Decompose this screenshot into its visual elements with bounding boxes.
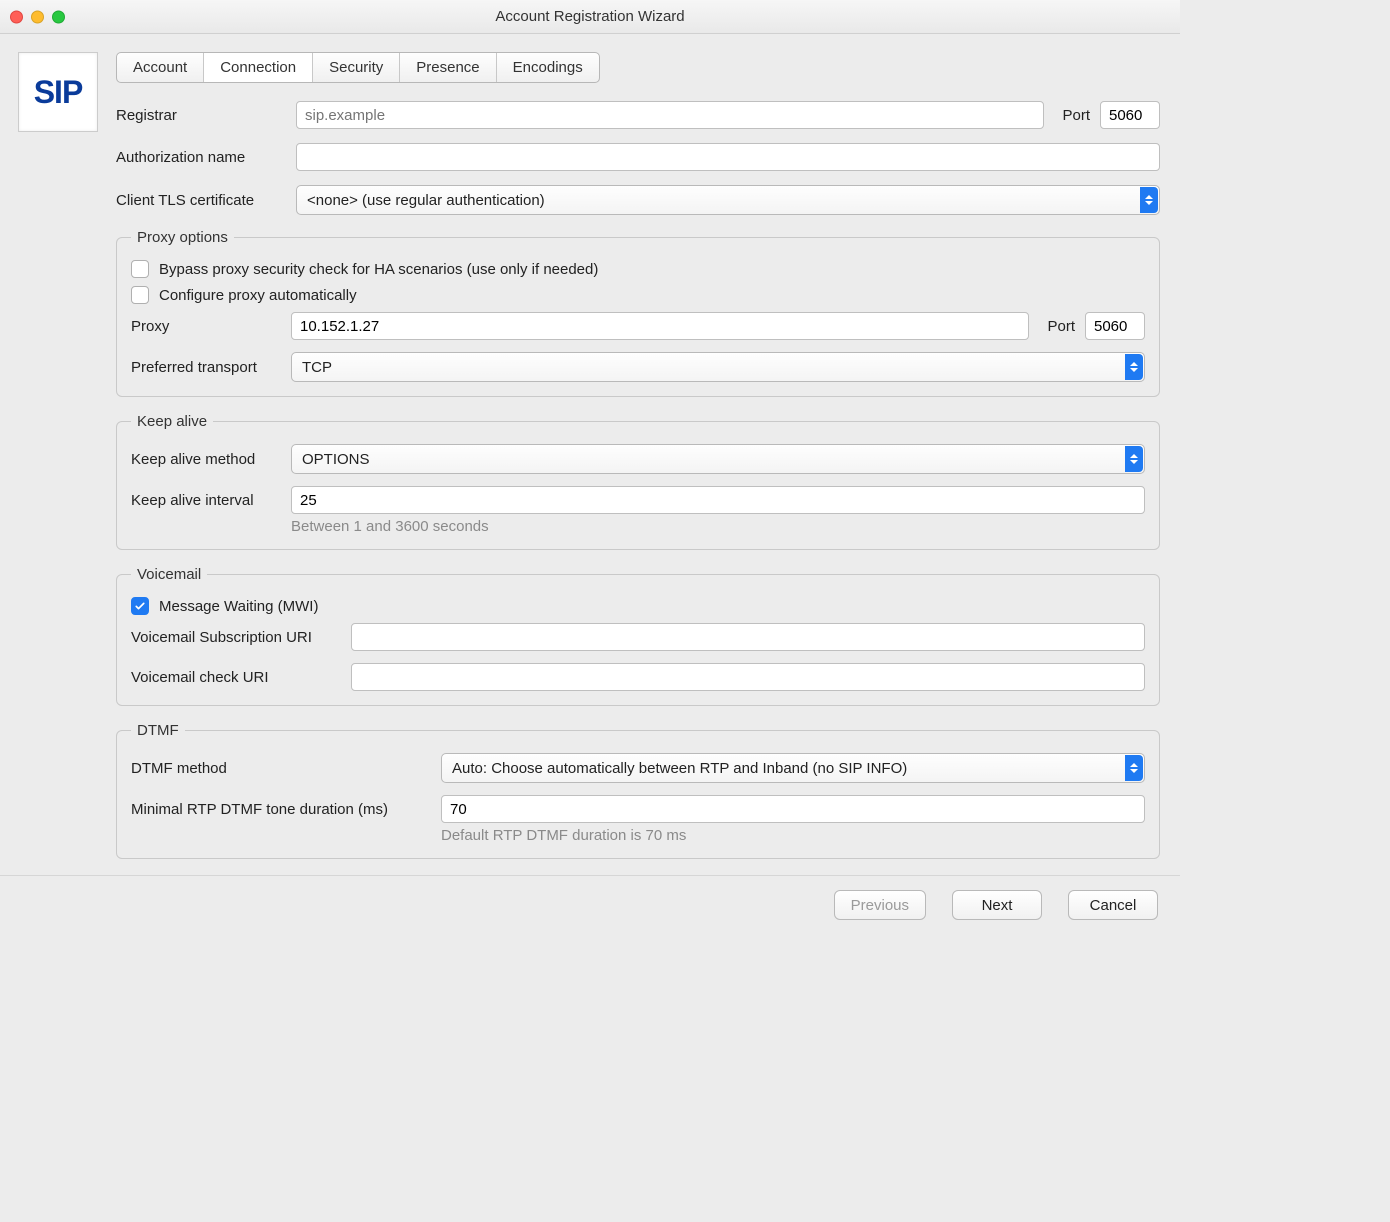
label-registrar: Registrar [116, 107, 286, 124]
row-voicemail-check: Voicemail check URI [131, 663, 1145, 691]
checkbox-bypass[interactable] [131, 260, 149, 278]
row-bypass: Bypass proxy security check for HA scena… [131, 260, 1145, 278]
row-transport: Preferred transport TCP [131, 352, 1145, 382]
tls-select[interactable]: <none> (use regular authentication) [296, 185, 1160, 215]
window-controls [10, 10, 65, 23]
checkbox-auto-proxy[interactable] [131, 286, 149, 304]
voicemail-sub-input[interactable] [351, 623, 1145, 651]
close-icon[interactable] [10, 10, 23, 23]
body: SIP Account Connection Security Presence… [0, 34, 1180, 875]
row-dtmf-tone: Minimal RTP DTMF tone duration (ms) [131, 795, 1145, 823]
form-area: Registrar Port Authorization name Client… [116, 101, 1162, 859]
dropdown-stepper-icon [1125, 446, 1143, 472]
legend-keepalive: Keep alive [131, 413, 213, 430]
group-voicemail: Voicemail Message Waiting (MWI) Voicemai… [116, 566, 1160, 706]
label-proxy-port: Port [1047, 318, 1075, 335]
tab-security[interactable]: Security [313, 53, 400, 82]
tab-bar: Account Connection Security Presence Enc… [116, 52, 600, 83]
logo-column: SIP [18, 52, 98, 875]
footer: Previous Next Cancel [0, 875, 1180, 940]
row-auth: Authorization name [116, 143, 1160, 171]
keepalive-method-select[interactable]: OPTIONS [291, 444, 1145, 474]
label-auto-proxy: Configure proxy automatically [159, 287, 357, 304]
auth-input[interactable] [296, 143, 1160, 171]
keepalive-method-value: OPTIONS [302, 451, 370, 468]
window-title: Account Registration Wizard [10, 8, 1170, 25]
dropdown-stepper-icon [1140, 187, 1158, 213]
dtmf-tone-input[interactable] [441, 795, 1145, 823]
row-tls: Client TLS certificate <none> (use regul… [116, 185, 1160, 215]
registrar-input[interactable] [296, 101, 1044, 129]
zoom-icon[interactable] [52, 10, 65, 23]
titlebar: Account Registration Wizard [0, 0, 1180, 34]
label-dtmf-tone: Minimal RTP DTMF tone duration (ms) [131, 801, 431, 818]
label-proxy: Proxy [131, 318, 281, 335]
next-button[interactable]: Next [952, 890, 1042, 920]
group-proxy-options: Proxy options Bypass proxy security chec… [116, 229, 1160, 397]
label-keepalive-interval: Keep alive interval [131, 492, 281, 509]
tab-account[interactable]: Account [117, 53, 204, 82]
label-registrar-port: Port [1062, 107, 1090, 124]
row-proxy: Proxy Port [131, 312, 1145, 340]
tab-connection[interactable]: Connection [204, 53, 313, 82]
label-tls: Client TLS certificate [116, 192, 286, 209]
dtmf-method-value: Auto: Choose automatically between RTP a… [452, 760, 907, 777]
transport-select[interactable]: TCP [291, 352, 1145, 382]
row-keepalive-method: Keep alive method OPTIONS [131, 444, 1145, 474]
label-mwi: Message Waiting (MWI) [159, 598, 318, 615]
row-mwi: Message Waiting (MWI) [131, 597, 1145, 615]
transport-select-value: TCP [302, 359, 332, 376]
tab-presence[interactable]: Presence [400, 53, 496, 82]
label-voicemail-check: Voicemail check URI [131, 669, 341, 686]
voicemail-check-input[interactable] [351, 663, 1145, 691]
group-dtmf: DTMF DTMF method Auto: Choose automatica… [116, 722, 1160, 859]
label-transport: Preferred transport [131, 359, 281, 376]
checkbox-mwi[interactable] [131, 597, 149, 615]
label-keepalive-method: Keep alive method [131, 451, 281, 468]
row-voicemail-sub: Voicemail Subscription URI [131, 623, 1145, 651]
hint-dtmf: Default RTP DTMF duration is 70 ms [441, 827, 1145, 844]
proxy-port-input[interactable] [1085, 312, 1145, 340]
label-voicemail-sub: Voicemail Subscription URI [131, 629, 341, 646]
minimize-icon[interactable] [31, 10, 44, 23]
check-icon [134, 600, 146, 612]
group-keepalive: Keep alive Keep alive method OPTIONS Kee… [116, 413, 1160, 550]
dropdown-stepper-icon [1125, 755, 1143, 781]
tab-encodings[interactable]: Encodings [497, 53, 599, 82]
row-keepalive-interval: Keep alive interval [131, 486, 1145, 514]
dropdown-stepper-icon [1125, 354, 1143, 380]
keepalive-interval-input[interactable] [291, 486, 1145, 514]
row-registrar: Registrar Port [116, 101, 1160, 129]
cancel-button[interactable]: Cancel [1068, 890, 1158, 920]
previous-button[interactable]: Previous [834, 890, 926, 920]
proxy-input[interactable] [291, 312, 1029, 340]
row-dtmf-method: DTMF method Auto: Choose automatically b… [131, 753, 1145, 783]
window: Account Registration Wizard SIP Account … [0, 0, 1180, 940]
dtmf-method-select[interactable]: Auto: Choose automatically between RTP a… [441, 753, 1145, 783]
legend-dtmf: DTMF [131, 722, 185, 739]
registrar-port-input[interactable] [1100, 101, 1160, 129]
label-dtmf-method: DTMF method [131, 760, 431, 777]
label-auth: Authorization name [116, 149, 286, 166]
legend-proxy-options: Proxy options [131, 229, 234, 246]
main-panel: Account Connection Security Presence Enc… [116, 52, 1162, 875]
sip-logo: SIP [18, 52, 98, 132]
hint-keepalive: Between 1 and 3600 seconds [291, 518, 1145, 535]
label-bypass: Bypass proxy security check for HA scena… [159, 261, 598, 278]
row-auto-proxy: Configure proxy automatically [131, 286, 1145, 304]
sip-logo-text: SIP [34, 74, 83, 111]
legend-voicemail: Voicemail [131, 566, 207, 583]
tls-select-value: <none> (use regular authentication) [307, 192, 545, 209]
